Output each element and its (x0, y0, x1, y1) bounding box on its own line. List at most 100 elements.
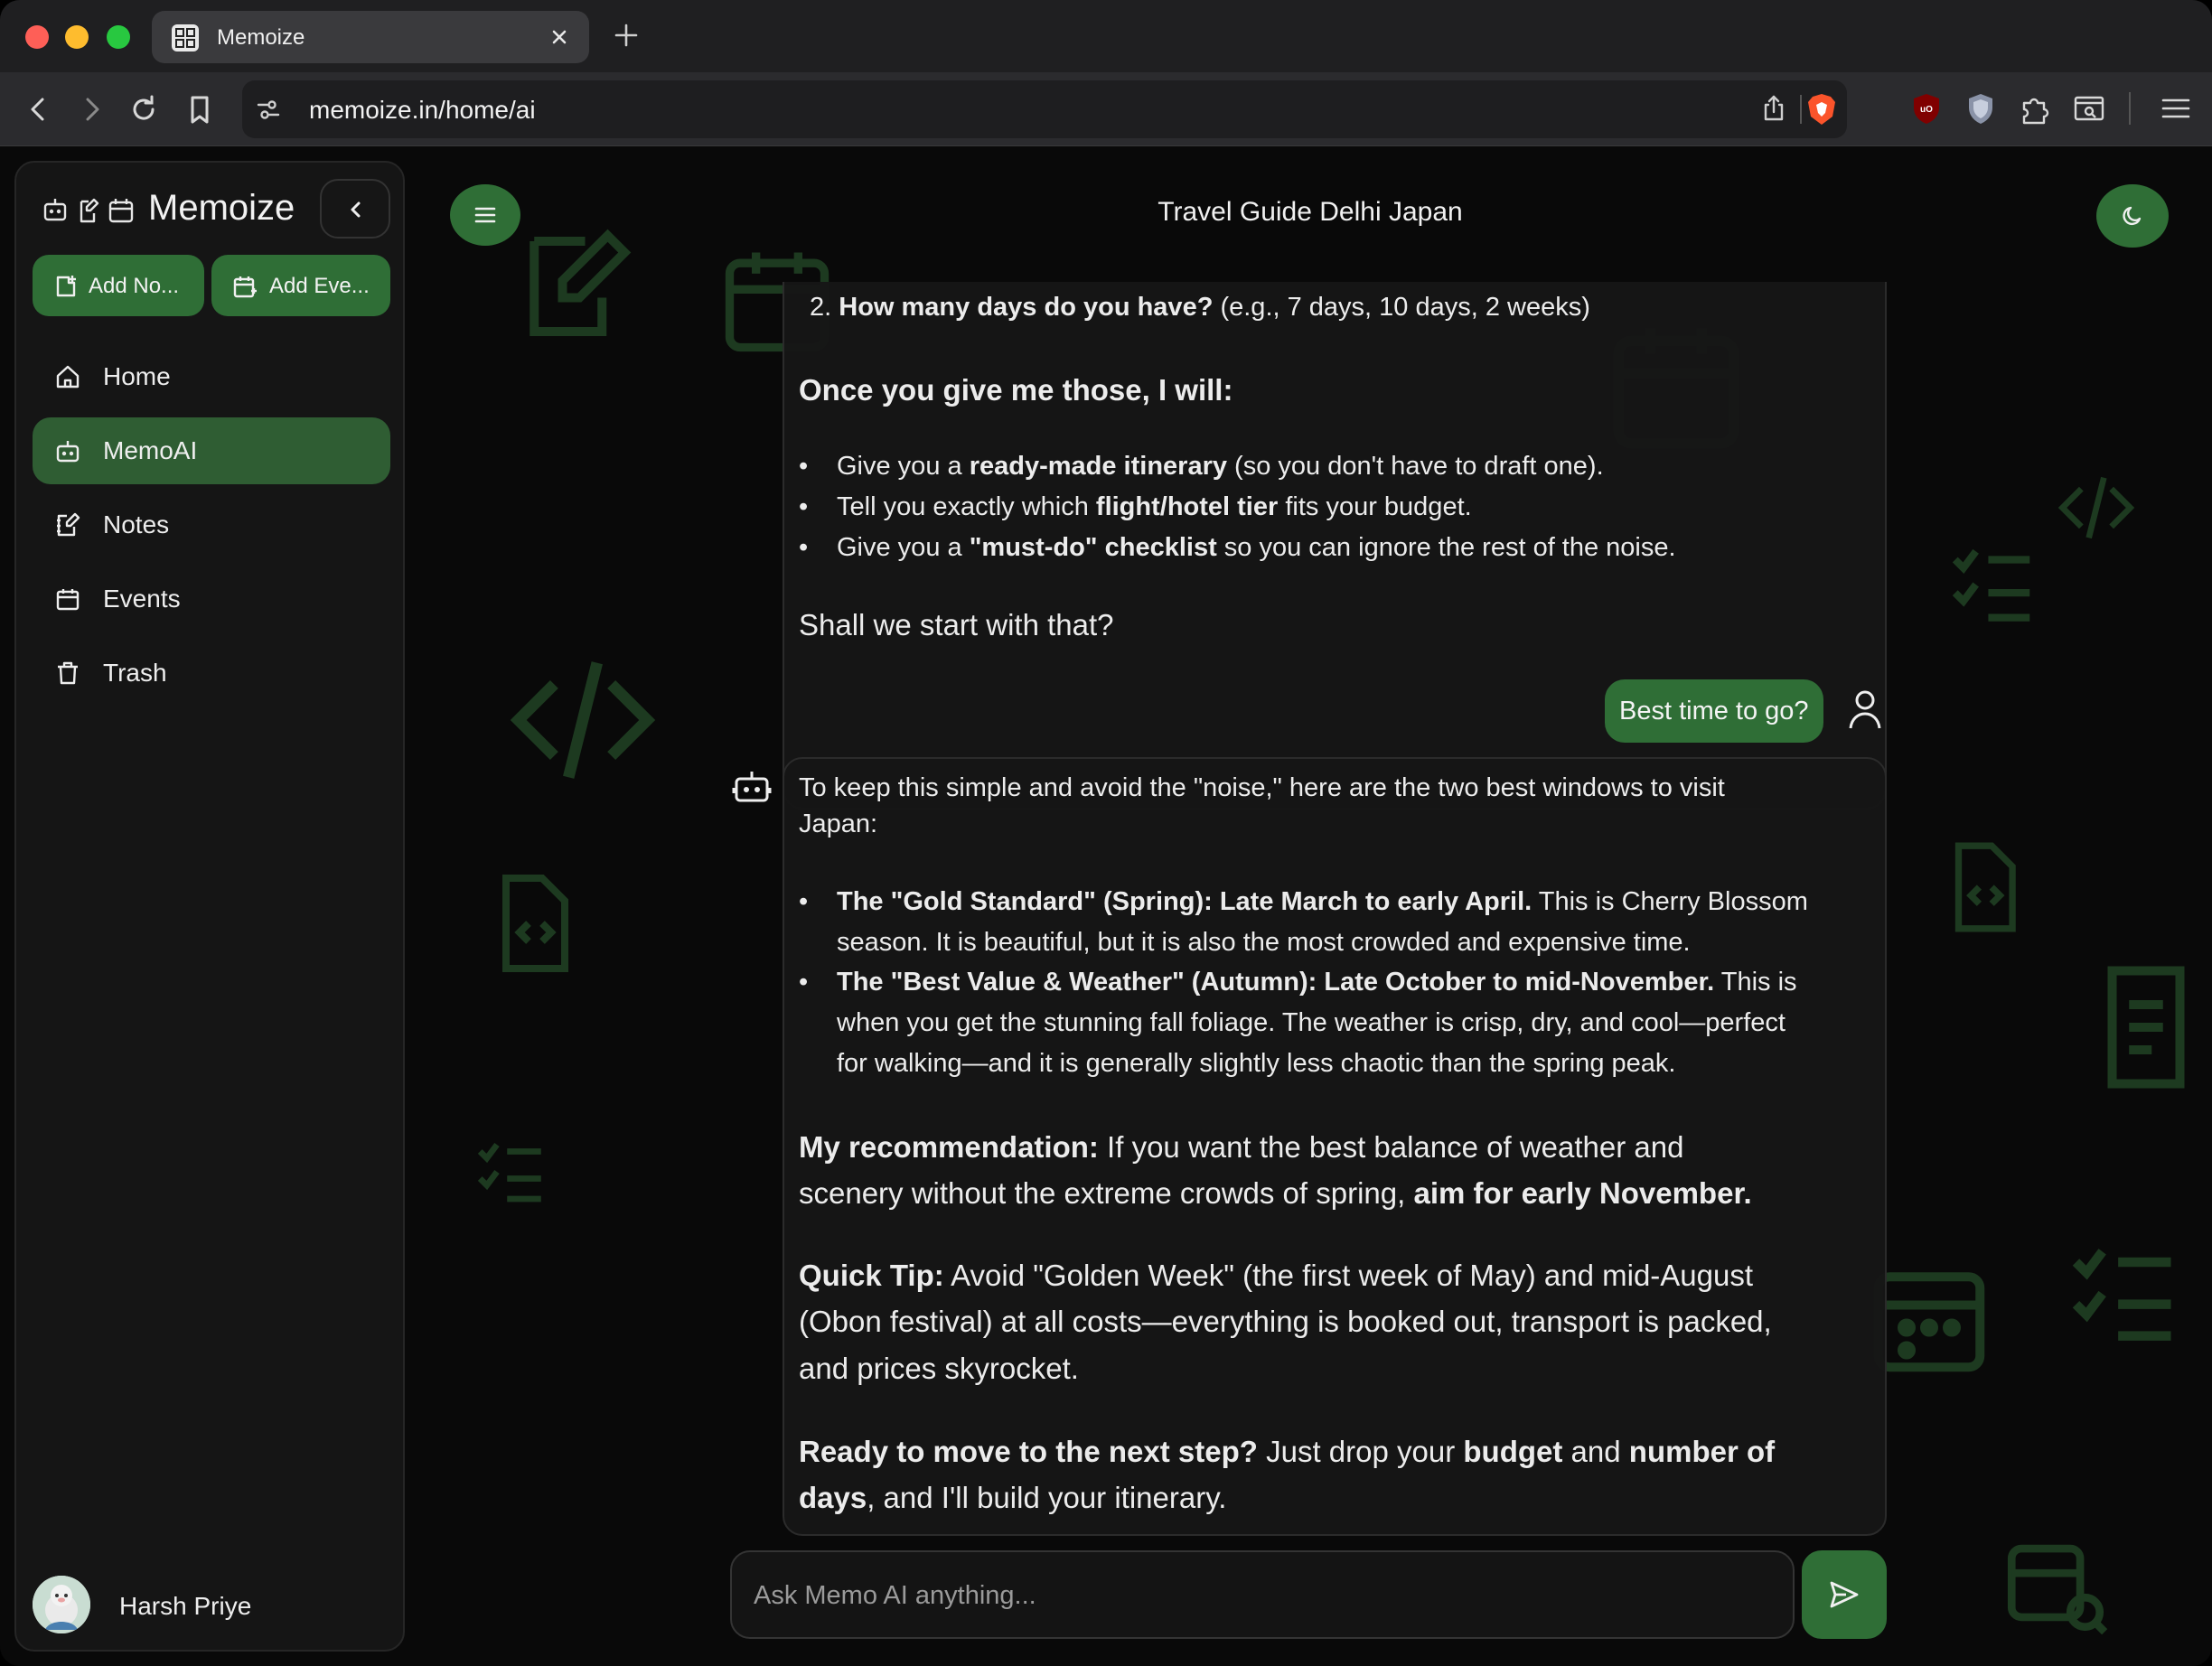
message-text: This is Cherry Blossom (1532, 887, 1808, 916)
bold-text: How many days do you have? (839, 293, 1214, 322)
message-text: so you can ignore the rest of the noise. (1216, 533, 1676, 562)
message-text: This is (1714, 968, 1797, 997)
maximize-window-button[interactable] (107, 25, 130, 49)
checklist-doodle-icon (2072, 1249, 2171, 1341)
code-doodle-icon (2057, 476, 2135, 539)
bold-text: aim for early November. (1413, 1176, 1752, 1210)
list-item: Tell you exactly which flight/hotel tier… (799, 487, 1472, 528)
toolbar-divider (2129, 92, 2131, 125)
bookmark-icon[interactable] (181, 90, 219, 128)
message-text: , and I'll build your itinerary. (867, 1481, 1227, 1514)
bold-text: The "Best Value & Weather" (Autumn): Lat… (837, 968, 1715, 997)
robot-icon (732, 768, 772, 808)
sidebar-item-notes[interactable]: Notes (33, 491, 390, 558)
trash-icon (54, 660, 81, 687)
brand-logo-icon (42, 193, 143, 229)
add-note-icon (52, 273, 80, 300)
add-event-label: Add Eve... (269, 274, 370, 298)
calendar-icon (54, 585, 81, 613)
bold-text: "must-do" checklist (969, 533, 1217, 562)
message-text: If you want the best balance of weather … (1098, 1130, 1684, 1164)
menu-button[interactable] (450, 184, 520, 246)
file-code-doodle-icon (502, 875, 568, 972)
theme-toggle-button[interactable] (2096, 184, 2169, 248)
message-text: (so you don't have to draft one). (1227, 452, 1604, 481)
ublock-icon[interactable]: uO (1908, 90, 1945, 126)
message-paragraph: 2. How many days do you have? (e.g., 7 d… (810, 287, 1590, 328)
bold-text: Quick Tip: (799, 1259, 944, 1292)
list-item: Give you a "must-do" checklist so you ca… (799, 528, 1676, 568)
tab-title: Memoize (217, 25, 305, 50)
moon-icon (2123, 206, 2142, 226)
message-text: when you get the stunning fall foliage. … (837, 1008, 1786, 1037)
user-profile[interactable]: Harsh Priye (33, 1572, 390, 1635)
add-note-button[interactable]: Add No... (33, 255, 204, 316)
message-text: Give you a (837, 452, 970, 481)
message-paragraph: My recommendation: If you want the best … (799, 1124, 1683, 1170)
site-settings-icon[interactable] (255, 96, 282, 123)
message-paragraph: Quick Tip: Avoid "Golden Week" (the firs… (799, 1252, 1753, 1298)
add-event-button[interactable]: Add Eve... (211, 255, 390, 316)
bold-text: My recommendation: (799, 1130, 1099, 1164)
file-code-doodle-icon (1954, 842, 2016, 932)
code-doodle-icon (510, 661, 656, 779)
sidebar-item-memoai[interactable]: MemoAI (33, 417, 390, 484)
message-text: Just drop your (1257, 1435, 1464, 1468)
url-text: memoize.in/home/ai (309, 96, 536, 124)
message-text: (e.g., 7 days, 10 days, 2 weeks) (1220, 293, 1590, 322)
back-icon[interactable] (20, 90, 58, 128)
close-tab-icon[interactable] (546, 23, 573, 51)
reader-mode-icon[interactable] (2071, 90, 2107, 126)
list-item: Give you a ready-made itinerary (so you … (799, 446, 1604, 487)
list-item: The "Gold Standard" (Spring): Late March… (799, 882, 1808, 922)
forward-icon[interactable] (72, 90, 110, 128)
new-tab-icon[interactable] (611, 20, 642, 51)
bold-text: ready-made itinerary (969, 452, 1227, 481)
add-event-icon (231, 273, 258, 300)
extensions-icon[interactable] (2017, 90, 2053, 126)
address-bar[interactable]: memoize.in/home/ai (242, 80, 1847, 138)
message-text: fits your budget. (1278, 492, 1472, 521)
list-number: 2. (810, 293, 832, 322)
assistant-message: To keep this simple and avoid the "noise… (783, 757, 1887, 1536)
checklist-doodle-icon (477, 1142, 541, 1203)
note-doodle-icon (530, 229, 632, 336)
sidebar-item-label: Home (103, 362, 171, 390)
reload-icon[interactable] (125, 90, 163, 128)
collapse-sidebar-button[interactable] (320, 179, 390, 239)
brave-shields-icon[interactable] (1805, 92, 1838, 126)
checklist-doodle-icon (1952, 548, 2030, 622)
message-text: for walking—and it is generally slightly… (837, 1049, 1676, 1078)
message-heading: Once you give me those, I will: (799, 367, 1233, 413)
share-icon[interactable] (1758, 93, 1789, 124)
close-window-button[interactable] (25, 25, 49, 49)
send-icon (1830, 1581, 1859, 1608)
brand-title: Memoize (148, 188, 295, 228)
message-text: season. It is beautiful, but it is also … (837, 928, 1691, 957)
notes-icon (54, 511, 81, 538)
svg-text:uO: uO (1920, 105, 1933, 115)
menu-icon[interactable] (2158, 90, 2194, 126)
sidebar-item-label: MemoAI (103, 436, 198, 464)
minimize-window-button[interactable] (65, 25, 89, 49)
send-button[interactable] (1802, 1550, 1887, 1639)
message-text: scenery without the extreme crowds of sp… (799, 1176, 1414, 1210)
hamburger-icon (474, 207, 496, 223)
chat-input[interactable] (754, 1576, 1766, 1615)
sidebar-item-label: Notes (103, 510, 170, 538)
browser-tab[interactable]: Memoize (152, 11, 589, 63)
tab-bar: Memoize (0, 0, 2212, 72)
sidebar-item-home[interactable]: Home (33, 343, 390, 410)
chat-composer (730, 1550, 1795, 1639)
sidebar-item-trash[interactable]: Trash (33, 640, 390, 707)
message-paragraph: days, and I'll build your itinerary. (799, 1474, 1226, 1521)
message-text: Japan: (799, 810, 878, 838)
add-note-label: Add No... (89, 274, 180, 298)
home-icon (54, 363, 81, 390)
sidebar-item-events[interactable]: Events (33, 566, 390, 632)
bold-text: number of (1628, 1435, 1776, 1468)
avatar (33, 1576, 90, 1633)
message-text: and (1562, 1435, 1629, 1468)
privacy-shield-icon[interactable] (1963, 90, 1999, 126)
bold-text: budget (1463, 1435, 1563, 1468)
